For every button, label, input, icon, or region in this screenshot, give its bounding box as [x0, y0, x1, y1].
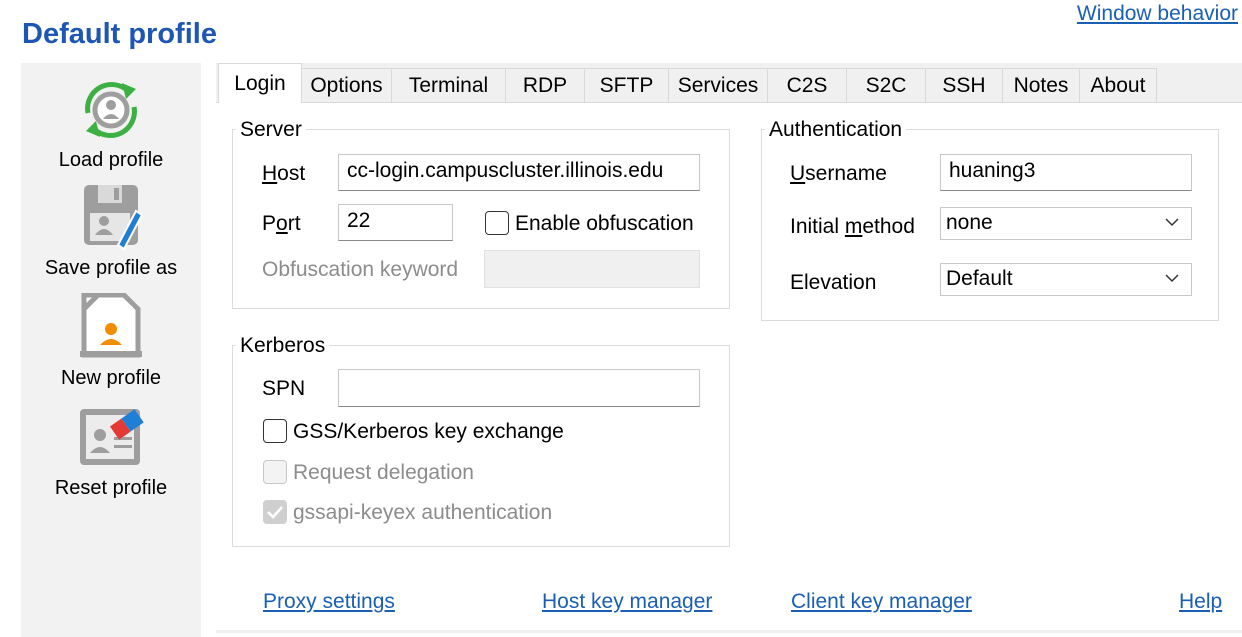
tab-ssh[interactable]: SSH — [925, 68, 1003, 102]
elevation-value: Default — [946, 267, 1013, 290]
gssapi-keyex-label: gssapi-keyex authentication — [293, 501, 553, 524]
new-profile-icon — [76, 292, 146, 363]
tab-sftp[interactable]: SFTP — [584, 68, 669, 102]
tab-login[interactable]: Login — [218, 63, 302, 103]
tab-terminal[interactable]: Terminal — [391, 68, 506, 102]
tab-notes[interactable]: Notes — [1002, 68, 1080, 102]
elevation-select[interactable]: Default — [940, 263, 1192, 296]
port-input[interactable]: 22 — [338, 204, 453, 241]
save-profile-as-button[interactable]: Save profile as — [21, 183, 201, 280]
enable-obfuscation-checkbox[interactable] — [485, 211, 509, 235]
username-input[interactable]: huaning3 — [940, 154, 1192, 191]
host-key-manager-link[interactable]: Host key manager — [542, 590, 712, 614]
initial-method-value: none — [946, 211, 993, 234]
reset-profile-label: Reset profile — [54, 477, 168, 499]
tab-c2s[interactable]: C2S — [767, 68, 847, 102]
tab-s2c[interactable]: S2C — [846, 68, 926, 102]
page-title: Default profile — [22, 18, 217, 50]
spn-label: SPN — [262, 377, 306, 400]
window-behavior-link[interactable]: Window behavior — [1077, 2, 1238, 26]
obfuscation-keyword-label: Obfuscation keyword — [262, 258, 459, 281]
initial-method-label: Initial method — [790, 215, 915, 238]
client-key-manager-link[interactable]: Client key manager — [791, 590, 972, 614]
chevron-down-icon — [1165, 218, 1179, 227]
tab-options[interactable]: Options — [301, 68, 392, 102]
reset-profile-button[interactable]: Reset profile — [21, 403, 201, 500]
save-profile-as-label: Save profile as — [44, 257, 178, 279]
gss-kerberos-label: GSS/Kerberos key exchange — [293, 420, 564, 443]
load-profile-button[interactable]: Load profile — [21, 75, 201, 172]
tab-services[interactable]: Services — [668, 68, 768, 102]
new-profile-button[interactable]: New profile — [21, 292, 201, 390]
host-label: Host — [262, 162, 306, 185]
gss-kerberos-checkbox[interactable] — [263, 419, 287, 443]
tab-rdp[interactable]: RDP — [505, 68, 585, 102]
username-label: Username — [790, 162, 887, 185]
server-legend: Server — [236, 118, 306, 142]
proxy-settings-link[interactable]: Proxy settings — [263, 590, 395, 614]
obfuscation-keyword-input[interactable] — [484, 250, 700, 288]
elevation-label: Elevation — [790, 271, 877, 294]
request-delegation-label: Request delegation — [293, 461, 474, 484]
authentication-legend: Authentication — [765, 118, 907, 142]
help-link[interactable]: Help — [1179, 590, 1222, 614]
request-delegation-checkbox[interactable] — [263, 460, 287, 484]
spn-input[interactable] — [338, 369, 700, 407]
new-profile-label: New profile — [60, 367, 162, 389]
enable-obfuscation-label: Enable obfuscation — [515, 212, 694, 235]
tab-about[interactable]: About — [1079, 68, 1157, 102]
initial-method-select[interactable]: none — [940, 207, 1192, 240]
chevron-down-icon — [1165, 274, 1179, 283]
sidebar: Load profile Save profile as New profile… — [21, 63, 201, 637]
save-profile-icon — [76, 183, 146, 253]
kerberos-legend: Kerberos — [236, 334, 330, 358]
port-label: Port — [262, 212, 301, 235]
host-input[interactable]: cc-login.campuscluster.illinois.edu — [338, 154, 700, 191]
reset-profile-icon — [76, 403, 146, 473]
checkmark-icon — [267, 506, 283, 519]
gssapi-keyex-checkbox[interactable] — [263, 500, 287, 524]
load-profile-label: Load profile — [58, 149, 164, 171]
load-profile-icon — [76, 75, 146, 145]
